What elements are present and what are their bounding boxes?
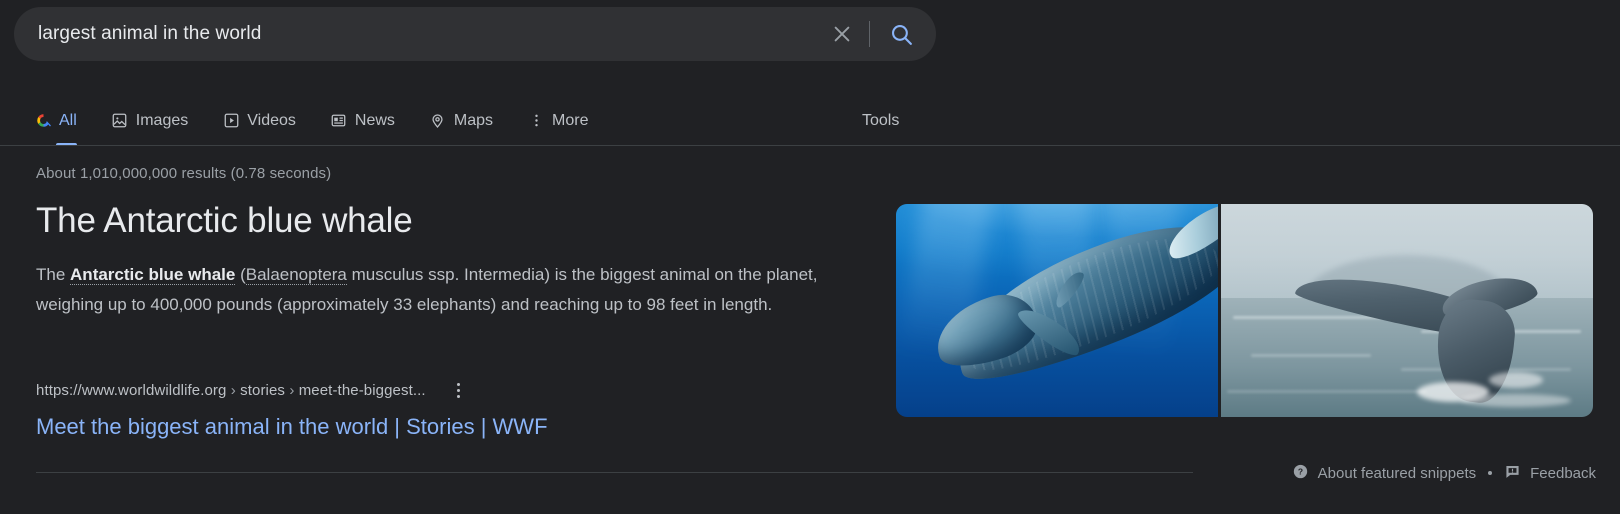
search-nav-tabs: All Images Videos — [0, 95, 1620, 146]
map-pin-icon — [429, 112, 447, 130]
wave-line — [1227, 390, 1427, 393]
water-splash — [1489, 372, 1543, 388]
more-vertical-icon[interactable] — [448, 378, 470, 402]
snippet-lead: The — [36, 265, 70, 284]
feedback-link[interactable]: Feedback — [1504, 463, 1596, 484]
kebab-dot — [457, 389, 460, 392]
snippet-image-whale-fluke[interactable] — [1221, 204, 1593, 417]
tools-button[interactable]: Tools — [862, 95, 899, 146]
wave-line — [1233, 316, 1383, 319]
snippet-dotted-term: Balaenoptera — [246, 265, 347, 285]
result-breadcrumb[interactable]: https://www.worldwildlife.org › stories … — [36, 382, 426, 399]
tab-label: More — [552, 112, 588, 130]
result-stats: About 1,010,000,000 results (0.78 second… — [36, 165, 331, 182]
search-result: https://www.worldwildlife.org › stories … — [36, 378, 796, 441]
tab-videos[interactable]: Videos — [222, 95, 296, 146]
help-circle-icon: ? — [1292, 463, 1318, 484]
tab-label: All — [59, 112, 77, 130]
tab-more[interactable]: More — [527, 95, 588, 146]
result-title-link[interactable]: Meet the biggest animal in the world | S… — [36, 413, 796, 441]
result-domain: https://www.worldwildlife.org — [36, 382, 226, 399]
feedback-icon — [1504, 463, 1530, 484]
crumb-separator-2: › — [289, 382, 294, 399]
tab-label: Images — [136, 112, 188, 130]
water-splash — [1461, 394, 1571, 407]
close-icon[interactable] — [823, 15, 861, 53]
snippet-image-whale-underwater[interactable] — [896, 204, 1218, 417]
feedback-label: Feedback — [1530, 465, 1596, 482]
search-box[interactable] — [14, 7, 936, 61]
snippet-footer-divider — [36, 472, 1193, 473]
footer-separator — [1488, 471, 1492, 475]
tab-label: Maps — [454, 112, 493, 130]
snippet-open-paren: ( — [235, 265, 245, 284]
search-divider — [869, 21, 870, 47]
tools-label: Tools — [862, 112, 899, 130]
news-icon — [330, 112, 348, 130]
image-icon — [111, 112, 129, 130]
featured-snippet: The Antarctic blue whale The Antarctic b… — [36, 200, 836, 320]
video-icon — [222, 112, 240, 130]
about-featured-snippets-link[interactable]: ? About featured snippets — [1292, 463, 1476, 484]
snippet-heading: The Antarctic blue whale — [36, 200, 836, 242]
search-icon[interactable] — [880, 13, 922, 55]
about-featured-snippets-label: About featured snippets — [1318, 465, 1476, 482]
tabs-divider — [0, 145, 1620, 146]
snippet-bold-term: Antarctic blue whale — [70, 265, 235, 285]
result-crumb-1: stories — [240, 382, 285, 399]
svg-text:?: ? — [1298, 466, 1303, 476]
tab-all[interactable]: All — [34, 95, 77, 146]
search-input[interactable] — [38, 23, 823, 45]
kebab-dot — [457, 395, 460, 398]
result-crumb-2: meet-the-biggest... — [299, 382, 426, 399]
snippet-body: The Antarctic blue whale (Balaenoptera m… — [36, 260, 826, 320]
wave-line — [1251, 354, 1371, 357]
tab-news[interactable]: News — [330, 95, 395, 146]
tab-images[interactable]: Images — [111, 95, 188, 146]
tab-label: Videos — [247, 112, 296, 130]
crumb-separator-1: › — [231, 382, 236, 399]
google-q-icon — [34, 112, 52, 130]
snippet-footer: ? About featured snippets Feedback — [1292, 460, 1596, 486]
result-url-row: https://www.worldwildlife.org › stories … — [36, 378, 796, 402]
search-bar — [14, 7, 936, 61]
tab-maps[interactable]: Maps — [429, 95, 493, 146]
snippet-image-strip — [896, 204, 1593, 417]
tab-label: News — [355, 112, 395, 130]
kebab-dot — [457, 383, 460, 386]
more-kebab-icon — [527, 112, 545, 130]
